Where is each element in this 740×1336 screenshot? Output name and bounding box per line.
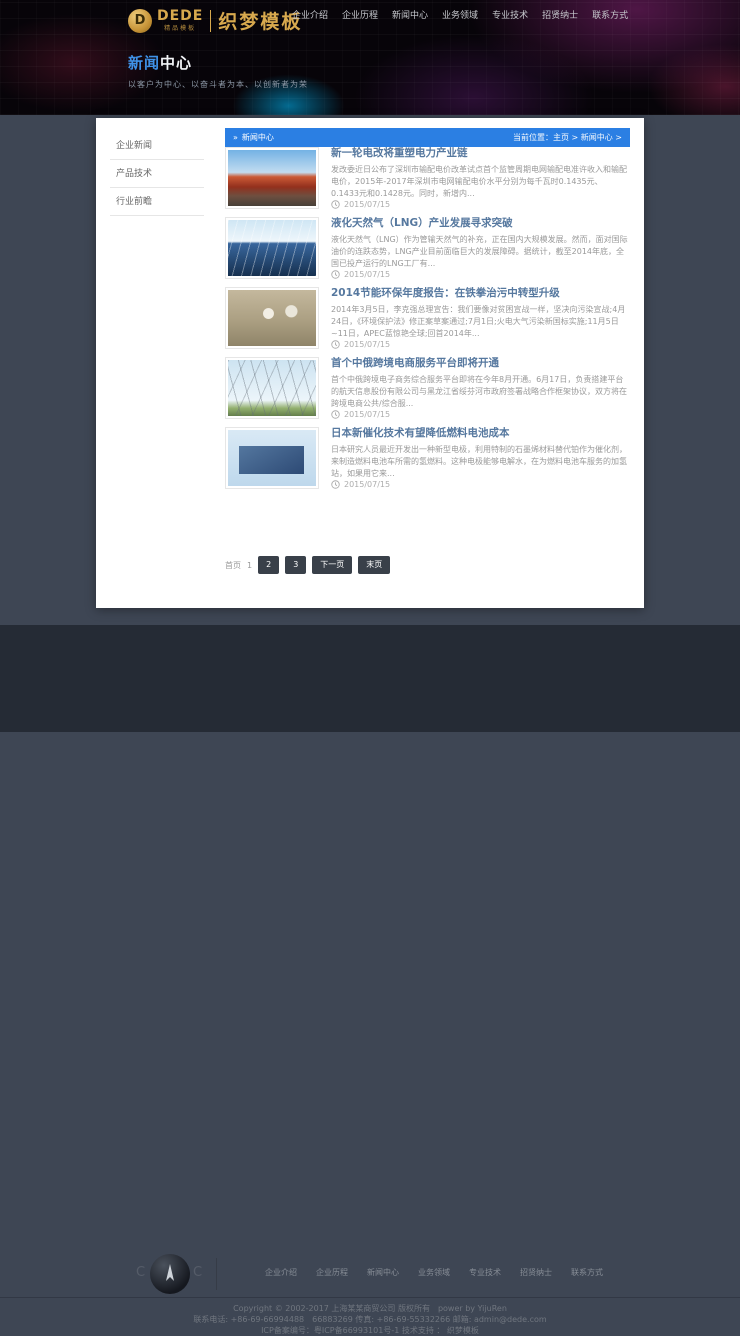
banner: 新闻中心 以客户为中心、以奋斗者为本、以创新者为荣 [128, 52, 308, 90]
brand-divider [210, 10, 211, 32]
news-date: 2015/07/15 [331, 270, 390, 279]
footer-nav-technology[interactable]: 专业技术 [469, 1267, 501, 1278]
breadcrumb-location[interactable]: 当前位置：主页 > 新闻中心 > [513, 132, 622, 143]
footer-nav-business[interactable]: 业务领域 [418, 1267, 450, 1278]
news-item: 2014节能环保年度报告：在铁拳治污中转型升级 2014年3月5日，李克强总理宣… [225, 287, 630, 349]
news-item: 日本新催化技术有望降低燃料电池成本 日本研究人员最近开发出一种新型电极，利用特制… [225, 427, 630, 489]
news-title[interactable]: 新一轮电改将重塑电力产业链 [331, 147, 630, 160]
footer-nav-news[interactable]: 新闻中心 [367, 1267, 399, 1278]
footer-logo-letter-right: C [193, 1265, 202, 1280]
nav-item-news[interactable]: 新闻中心 [392, 8, 428, 24]
footer-copyright-block: Copyright © 2002-2017 上海某某商贸公司 版权所有 powe… [0, 1303, 740, 1336]
coin-icon: D [128, 9, 152, 33]
icp-line: ICP备案编号：粤ICP备66993101号-1 技术支持 ： 织梦模板 [0, 1325, 740, 1336]
compass-needle-icon [161, 1263, 179, 1285]
pagination-first-link[interactable]: 首页 [225, 560, 241, 571]
news-thumbnail-solar-panels[interactable] [225, 217, 319, 279]
site-footer: C C 企业介绍 企业历程 新闻中心 业务领域 专业技术 招贤纳士 联系方式 C… [0, 625, 740, 732]
main-nav: 企业介绍 企业历程 新闻中心 业务领域 专业技术 招贤纳士 联系方式 [292, 8, 628, 24]
news-summary: 2014年3月5日，李克强总理宣告：我们要像对贫困宣战一样，坚决向污染宣战;4月… [331, 304, 630, 340]
thumbnail-image [228, 430, 316, 486]
contact-line: 联系电话: +86-69-66994488 66883269 传真: +86-6… [0, 1314, 740, 1325]
news-title[interactable]: 液化天然气（LNG）产业发展寻求突破 [331, 217, 630, 230]
clock-icon [331, 270, 340, 279]
thumbnail-image [228, 220, 316, 276]
news-thumbnail-battery-pack[interactable] [225, 427, 319, 489]
clock-icon [331, 480, 340, 489]
news-date: 2015/07/15 [331, 200, 390, 209]
news-date: 2015/07/15 [331, 480, 390, 489]
news-summary: 发改委近日公布了深圳市输配电价改革试点首个监管周期电网输配电准许收入和输配电价，… [331, 164, 630, 200]
news-thumbnail-red-square[interactable] [225, 147, 319, 209]
breadcrumb: » 新闻中心 当前位置：主页 > 新闻中心 > [225, 128, 630, 147]
pagination-page-3[interactable]: 3 [285, 556, 306, 574]
news-thumbnail-industrial-plant[interactable] [225, 287, 319, 349]
breadcrumb-arrow-icon: » [233, 133, 238, 142]
breadcrumb-section: 新闻中心 [242, 132, 274, 143]
nav-item-technology[interactable]: 专业技术 [492, 8, 528, 24]
footer-logo [150, 1254, 190, 1294]
news-title[interactable]: 日本新催化技术有望降低燃料电池成本 [331, 427, 630, 440]
nav-item-contact[interactable]: 联系方式 [592, 8, 628, 24]
clock-icon [331, 200, 340, 209]
footer-vertical-divider [216, 1258, 217, 1290]
pagination-current-page: 1 [247, 561, 252, 570]
news-item: 首个中俄跨境电商服务平台即将开通 首个中俄跨境电子商务综合服务平台即将在今年8月… [225, 357, 630, 419]
sidebar-item-industry-view[interactable]: 行业前瞻 [110, 188, 204, 216]
nav-item-intro[interactable]: 企业介绍 [292, 8, 328, 24]
thumbnail-image [228, 360, 316, 416]
page-title-highlight: 新闻 [128, 54, 160, 72]
sidebar: 企业新闻 产品技术 行业前瞻 [110, 132, 204, 216]
news-thumbnail-power-towers[interactable] [225, 357, 319, 419]
banner-slogan: 以客户为中心、以奋斗者为本、以创新者为荣 [128, 79, 308, 90]
nav-item-business[interactable]: 业务领域 [442, 8, 478, 24]
page-title-rest: 中心 [160, 54, 192, 72]
news-title[interactable]: 首个中俄跨境电商服务平台即将开通 [331, 357, 630, 370]
pagination-last-button[interactable]: 末页 [358, 556, 390, 574]
footer-nav-history[interactable]: 企业历程 [316, 1267, 348, 1278]
sidebar-item-product-tech[interactable]: 产品技术 [110, 160, 204, 188]
clock-icon [331, 340, 340, 349]
header-logo[interactable]: D DEDE 精品模板 织梦模板 [128, 7, 302, 34]
footer-nav-intro[interactable]: 企业介绍 [265, 1267, 297, 1278]
sidebar-item-company-news[interactable]: 企业新闻 [110, 132, 204, 160]
thumbnail-image [228, 290, 316, 346]
copyright-line: Copyright © 2002-2017 上海某某商贸公司 版权所有 powe… [0, 1303, 740, 1314]
nav-item-history[interactable]: 企业历程 [342, 8, 378, 24]
content-card: 企业新闻 产品技术 行业前瞻 » 新闻中心 当前位置：主页 > 新闻中心 > 新… [96, 118, 644, 608]
pagination: 首页 1 2 3 下一页 末页 [225, 556, 390, 574]
pagination-next-button[interactable]: 下一页 [312, 556, 352, 574]
news-content: » 新闻中心 当前位置：主页 > 新闻中心 > 新一轮电改将重塑电力产业链 发改… [225, 128, 630, 497]
news-date: 2015/07/15 [331, 410, 390, 419]
thumbnail-image [228, 150, 316, 206]
news-item: 液化天然气（LNG）产业发展寻求突破 液化天然气（LNG）作为管输天然气的补充，… [225, 217, 630, 279]
pagination-page-2[interactable]: 2 [258, 556, 279, 574]
brand-cn-text: 织梦模板 [218, 7, 302, 34]
news-summary: 日本研究人员最近开发出一种新型电极，利用特制的石墨烯材料替代铂作为催化剂，来制造… [331, 444, 630, 480]
footer-nav-contact[interactable]: 联系方式 [571, 1267, 603, 1278]
brand-text: DEDE [157, 10, 203, 23]
news-title[interactable]: 2014节能环保年度报告：在铁拳治污中转型升级 [331, 287, 630, 300]
nav-item-recruit[interactable]: 招贤纳士 [542, 8, 578, 24]
news-item: 新一轮电改将重塑电力产业链 发改委近日公布了深圳市输配电价改革试点首个监管周期电… [225, 147, 630, 209]
footer-logo-letter-left: C [136, 1265, 145, 1280]
news-summary: 液化天然气（LNG）作为管输天然气的补充，正在国内大规模发展。然而，面对国际油价… [331, 234, 630, 270]
news-date: 2015/07/15 [331, 340, 390, 349]
footer-horizontal-divider [0, 1297, 740, 1298]
brand-subtext: 精品模板 [157, 23, 203, 32]
page-title: 新闻中心 [128, 52, 308, 73]
footer-nav: 企业介绍 企业历程 新闻中心 业务领域 专业技术 招贤纳士 联系方式 [265, 1267, 603, 1278]
site-header: D DEDE 精品模板 织梦模板 企业介绍 企业历程 新闻中心 业务领域 专业技… [0, 0, 740, 115]
footer-nav-recruit[interactable]: 招贤纳士 [520, 1267, 552, 1278]
news-summary: 首个中俄跨境电子商务综合服务平台即将在今年8月开通。6月17日，负责搭建平台的航… [331, 374, 630, 410]
clock-icon [331, 410, 340, 419]
